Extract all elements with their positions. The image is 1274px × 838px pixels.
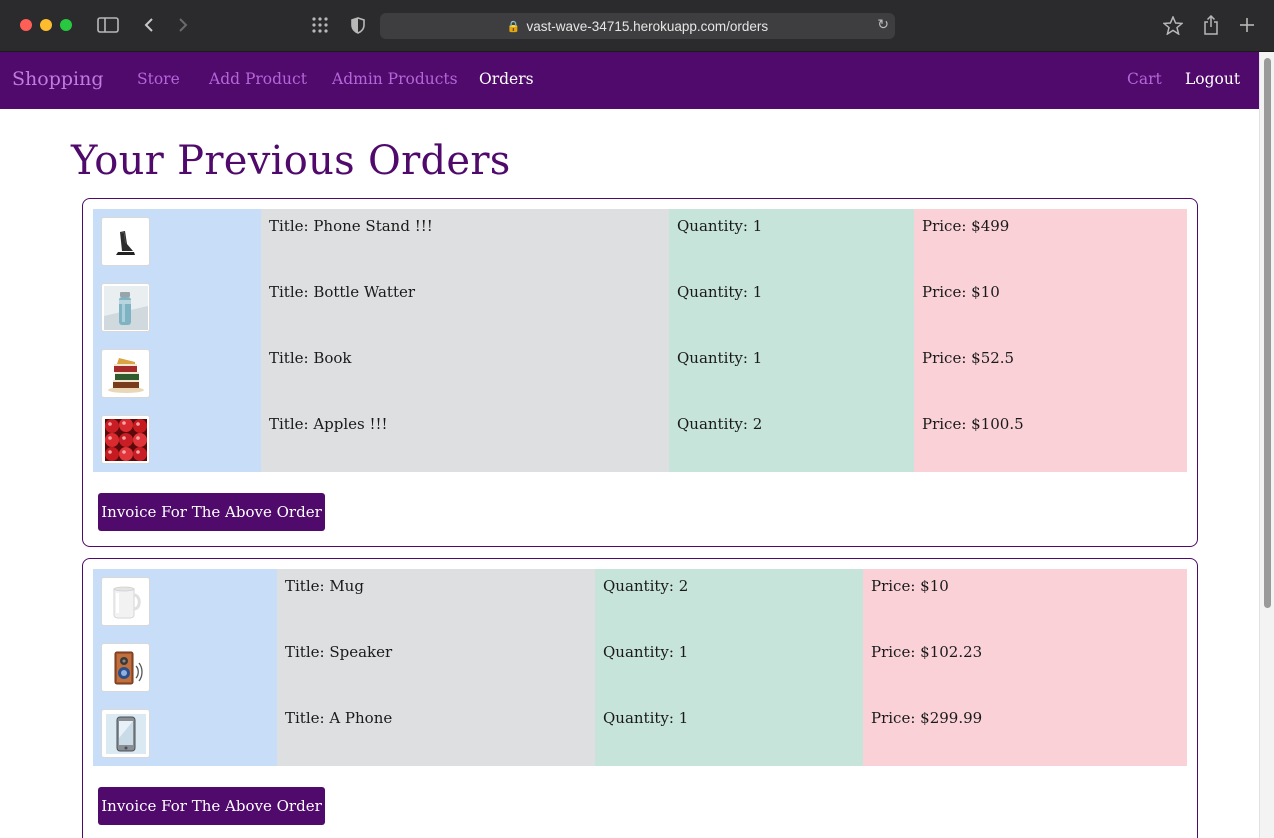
item-title: Title: Apples !!! <box>269 415 388 433</box>
bookmark-star-icon[interactable] <box>1162 14 1184 36</box>
mug-image <box>101 577 150 626</box>
order-items: Title: Mug Title: Speaker Title: A Phone… <box>93 569 1187 766</box>
apples-image <box>101 415 150 464</box>
item-price: Price: $299.99 <box>871 709 983 727</box>
tab-overview-icon[interactable] <box>309 14 331 36</box>
item-quantity: Quantity: 2 <box>603 577 689 595</box>
price-column: Price: $10 Price: $102.23 Price: $299.99 <box>863 569 1187 766</box>
page-title: Your Previous Orders <box>71 138 511 184</box>
share-icon[interactable] <box>1201 14 1221 36</box>
nav-store-link[interactable]: Store <box>137 70 180 88</box>
browser-toolbar: 🔒 vast-wave-34715.herokuapp.com/orders ↻ <box>0 0 1274 52</box>
phone-image <box>101 709 150 758</box>
lock-icon: 🔒 <box>506 20 521 33</box>
nav-admin-products-link[interactable]: Admin Products <box>332 70 458 88</box>
close-window-button[interactable] <box>20 19 32 31</box>
item-quantity: Quantity: 1 <box>677 283 763 301</box>
item-quantity: Quantity: 1 <box>603 709 689 727</box>
item-price: Price: $10 <box>922 283 1000 301</box>
product-image-cell <box>93 275 261 341</box>
item-quantity: Quantity: 1 <box>603 643 689 661</box>
item-quantity: Quantity: 2 <box>677 415 763 433</box>
new-tab-icon[interactable] <box>1238 14 1256 36</box>
item-title: Title: Bottle Watter <box>269 283 416 301</box>
maximize-window-button[interactable] <box>60 19 72 31</box>
nav-orders-link[interactable]: Orders <box>479 70 534 88</box>
title-column: Title: Mug Title: Speaker Title: A Phone <box>277 569 595 766</box>
main-navbar: Shopping Store Add Product Admin Product… <box>0 52 1259 109</box>
quantity-column: Quantity: 1 Quantity: 1 Quantity: 1 Quan… <box>669 209 914 472</box>
url-text: vast-wave-34715.herokuapp.com/orders <box>526 18 769 34</box>
item-quantity: Quantity: 1 <box>677 349 763 367</box>
item-price: Price: $100.5 <box>922 415 1024 433</box>
product-image-cell <box>93 635 277 701</box>
brand-link[interactable]: Shopping <box>12 68 104 90</box>
back-icon[interactable] <box>140 14 158 36</box>
title-column: Title: Phone Stand !!! Title: Bottle Wat… <box>261 209 669 472</box>
sidebar-toggle-icon[interactable] <box>96 14 120 36</box>
address-bar[interactable]: 🔒 vast-wave-34715.herokuapp.com/orders ↻ <box>380 13 895 39</box>
invoice-button[interactable]: Invoice For The Above Order <box>98 493 325 531</box>
books-image <box>101 349 150 398</box>
invoice-button[interactable]: Invoice For The Above Order <box>98 787 325 825</box>
item-title: Title: Speaker <box>285 643 393 661</box>
product-image-cell <box>93 569 277 635</box>
phone-stand-image <box>101 217 150 266</box>
item-price: Price: $10 <box>871 577 949 595</box>
product-image-cell <box>93 209 261 275</box>
item-title: Title: Phone Stand !!! <box>269 217 433 235</box>
order-card: Title: Mug Title: Speaker Title: A Phone… <box>82 558 1198 838</box>
order-items: Title: Phone Stand !!! Title: Bottle Wat… <box>93 209 1187 472</box>
logout-button[interactable]: Logout <box>1185 70 1240 88</box>
speaker-image <box>101 643 150 692</box>
item-price: Price: $499 <box>922 217 1010 235</box>
image-column <box>93 209 261 472</box>
product-image-cell <box>93 701 277 767</box>
image-column <box>93 569 277 766</box>
order-card: Title: Phone Stand !!! Title: Bottle Wat… <box>82 198 1198 547</box>
minimize-window-button[interactable] <box>40 19 52 31</box>
page-scrollbar[interactable] <box>1259 52 1274 838</box>
price-column: Price: $499 Price: $10 Price: $52.5 Pric… <box>914 209 1187 472</box>
item-title: Title: Mug <box>285 577 364 595</box>
item-price: Price: $52.5 <box>922 349 1015 367</box>
scrollbar-thumb[interactable] <box>1264 58 1271 608</box>
item-title: Title: Book <box>269 349 352 367</box>
item-quantity: Quantity: 1 <box>677 217 763 235</box>
reload-icon[interactable]: ↻ <box>877 16 889 33</box>
product-image-cell <box>93 341 261 407</box>
item-title: Title: A Phone <box>285 709 393 727</box>
nav-cart-link[interactable]: Cart <box>1127 70 1162 88</box>
privacy-shield-icon[interactable] <box>348 14 368 36</box>
item-price: Price: $102.23 <box>871 643 983 661</box>
product-image-cell <box>93 407 261 473</box>
forward-icon[interactable] <box>174 14 192 36</box>
quantity-column: Quantity: 2 Quantity: 1 Quantity: 1 <box>595 569 863 766</box>
water-bottle-image <box>101 283 150 332</box>
nav-add-product-link[interactable]: Add Product <box>209 70 307 88</box>
